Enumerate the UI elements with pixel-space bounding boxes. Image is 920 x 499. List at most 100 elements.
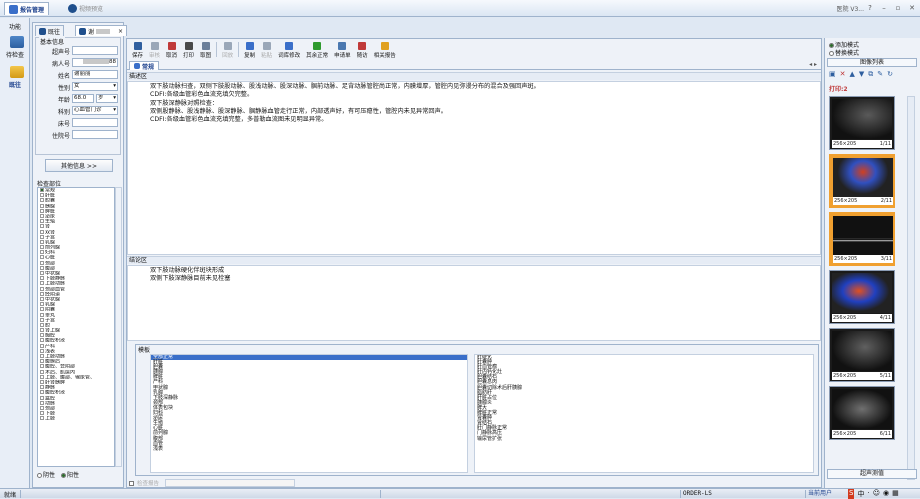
checkbox[interactable] (40, 317, 44, 322)
edit-icon[interactable]: ✎ (877, 70, 883, 79)
tab-current-patient[interactable]: 谢 × (75, 25, 127, 36)
tab-normal[interactable]: 常规 (129, 61, 160, 71)
toolbar-button-5[interactable]: 回放 (219, 40, 236, 59)
exam-part-item[interactable]: 上肢 (38, 416, 114, 421)
checkbox[interactable] (40, 302, 44, 307)
description-text-area[interactable]: 双下肢动脉扫查，双侧下肢股动脉、股浅动脉、股深动脉、腘前动脉、足背动脉管腔尚正常… (127, 81, 821, 255)
checkbox[interactable] (40, 208, 44, 213)
toolbar-button-10[interactable]: 申请单 (331, 40, 354, 59)
age-unit-select[interactable]: 岁 ▾ (96, 94, 118, 103)
sex-select[interactable]: 女 ▾ (72, 82, 118, 91)
nav-history[interactable]: 既往 (0, 80, 30, 89)
toolbar-button-1[interactable]: 审核 (146, 40, 163, 59)
checkbox[interactable] (40, 338, 44, 343)
checkbox[interactable] (40, 354, 44, 358)
ultrasound-no-field[interactable] (72, 46, 118, 55)
template-category-item[interactable]: 浅表 (151, 446, 467, 452)
dept-select[interactable]: 心血管门诊 ▾ (72, 106, 118, 115)
template-category-list[interactable]: 全部正常 肝脏 胆囊 胰腺 脾脏 产科 甲状腺 乳腺 下肢深静脉 颈部 体表包块 妇科 泌尿 生殖 心脏 前列… (150, 354, 468, 473)
inpatient-field[interactable] (72, 130, 118, 139)
checkbox[interactable] (40, 250, 44, 255)
toolbar-button-11[interactable]: 随访 (354, 40, 371, 59)
restore-icon[interactable]: ▫ (892, 2, 904, 13)
toolbar-button-4[interactable]: 取图 (197, 40, 214, 59)
mode-replace-option[interactable]: 替换模式 (829, 48, 859, 57)
conclusion-text-area[interactable]: 双下肢动脉硬化伴斑块形成 双侧下肢深静脉目前未见栓塞 (127, 265, 821, 341)
toolbar-button-0[interactable]: 保存 (129, 40, 146, 59)
radio-positive[interactable]: 阳性 (61, 470, 79, 479)
checkbox[interactable] (40, 296, 44, 301)
template-item[interactable]: 输尿管扩张 (475, 436, 813, 442)
checkbox[interactable] (40, 405, 44, 410)
refresh-icon[interactable]: ↻ (887, 70, 893, 79)
checkbox[interactable] (40, 245, 44, 250)
checkbox[interactable] (40, 265, 44, 270)
checkbox[interactable] (40, 411, 44, 416)
checkbox[interactable] (40, 276, 44, 281)
checkbox[interactable] (40, 213, 44, 218)
checkbox[interactable] (40, 234, 44, 239)
close-icon[interactable]: ✕ (906, 2, 918, 13)
toolbar-button-12[interactable]: 相关报告 (371, 40, 399, 59)
checkbox[interactable] (40, 400, 44, 405)
checkbox[interactable] (40, 281, 44, 286)
checkbox[interactable] (40, 364, 44, 369)
checkbox[interactable] (40, 203, 44, 208)
thumbnail[interactable]: 256×205 2/11 (829, 154, 895, 208)
checkbox[interactable] (40, 239, 44, 244)
checkbox[interactable] (40, 312, 44, 317)
checkbox[interactable] (40, 224, 44, 229)
toolbar-button-7[interactable]: 粘贴 (258, 40, 275, 59)
toolbar-button-6[interactable]: 复制 (241, 40, 258, 59)
checkbox[interactable] (40, 260, 44, 265)
move-up-icon[interactable]: ▲ (850, 70, 855, 79)
history-folder-icon[interactable] (10, 66, 24, 78)
bed-field[interactable] (72, 118, 118, 127)
template-item-list[interactable]: 肝硬化 肝囊肿 肝血管瘤 肝内钙化灶 胆囊结石 胆囊息肉 胆囊切除术后肝胰腺 脂肪肝 肝脏占位胰… (474, 354, 814, 473)
checkbox[interactable] (40, 343, 44, 348)
checkbox[interactable] (40, 348, 44, 353)
checkbox[interactable] (40, 333, 44, 338)
checkbox[interactable] (40, 390, 44, 395)
delete-icon[interactable]: ✕ (840, 70, 846, 79)
checkbox[interactable] (40, 188, 44, 192)
thumbnail[interactable]: 256×205 4/11 (829, 270, 895, 324)
checkbox[interactable] (40, 286, 44, 291)
checkbox[interactable] (40, 416, 44, 421)
radio-negative[interactable]: 阴性 (37, 470, 55, 479)
checkbox[interactable] (40, 219, 44, 224)
thumbnail[interactable]: 256×205 1/11 (829, 96, 895, 150)
checkbox[interactable] (40, 395, 44, 400)
tab-report-management[interactable]: 报告管理 (4, 2, 50, 15)
checkbox[interactable] (40, 385, 44, 390)
thumbnail[interactable]: 256×205 6/11 (829, 386, 895, 440)
checkbox[interactable] (40, 369, 44, 374)
name-field[interactable]: 谢丽丽 (72, 70, 118, 79)
tab-history[interactable]: 既往 (35, 25, 65, 36)
checkbox[interactable] (40, 379, 44, 384)
checkbox[interactable] (40, 271, 44, 275)
report-checkbox[interactable] (129, 480, 134, 486)
checkbox[interactable] (40, 255, 44, 260)
toolbar-button-9[interactable]: 其余正常 (303, 40, 331, 59)
minimize-icon[interactable]: – (878, 2, 890, 13)
thumbnail[interactable]: 256×205 5/11 (829, 328, 895, 382)
checkbox[interactable] (40, 198, 44, 203)
thumbnail-scrollbar[interactable] (907, 96, 915, 480)
checkbox[interactable] (40, 291, 44, 296)
tab-video-preview[interactable]: 视频预览 (64, 2, 107, 15)
age-field[interactable]: 68.0 (72, 94, 94, 103)
nav-pending-exam[interactable]: 待检查 (0, 50, 30, 59)
help-icon[interactable]: ? (864, 2, 876, 13)
checkbox[interactable] (40, 322, 44, 327)
toolbar-button-2[interactable]: 取消 (163, 40, 180, 59)
checkbox[interactable] (40, 307, 44, 312)
checkbox[interactable] (40, 374, 44, 379)
close-tab-icon[interactable]: × (118, 28, 123, 35)
checkbox[interactable] (40, 359, 44, 364)
template-combo[interactable] (165, 479, 296, 487)
exam-list-scrollbar[interactable] (115, 187, 122, 467)
tab-nav-arrows[interactable]: ◂ ▸ (809, 61, 817, 68)
other-info-button[interactable]: 其他信息 >> (45, 159, 113, 172)
checkbox[interactable] (40, 229, 44, 234)
